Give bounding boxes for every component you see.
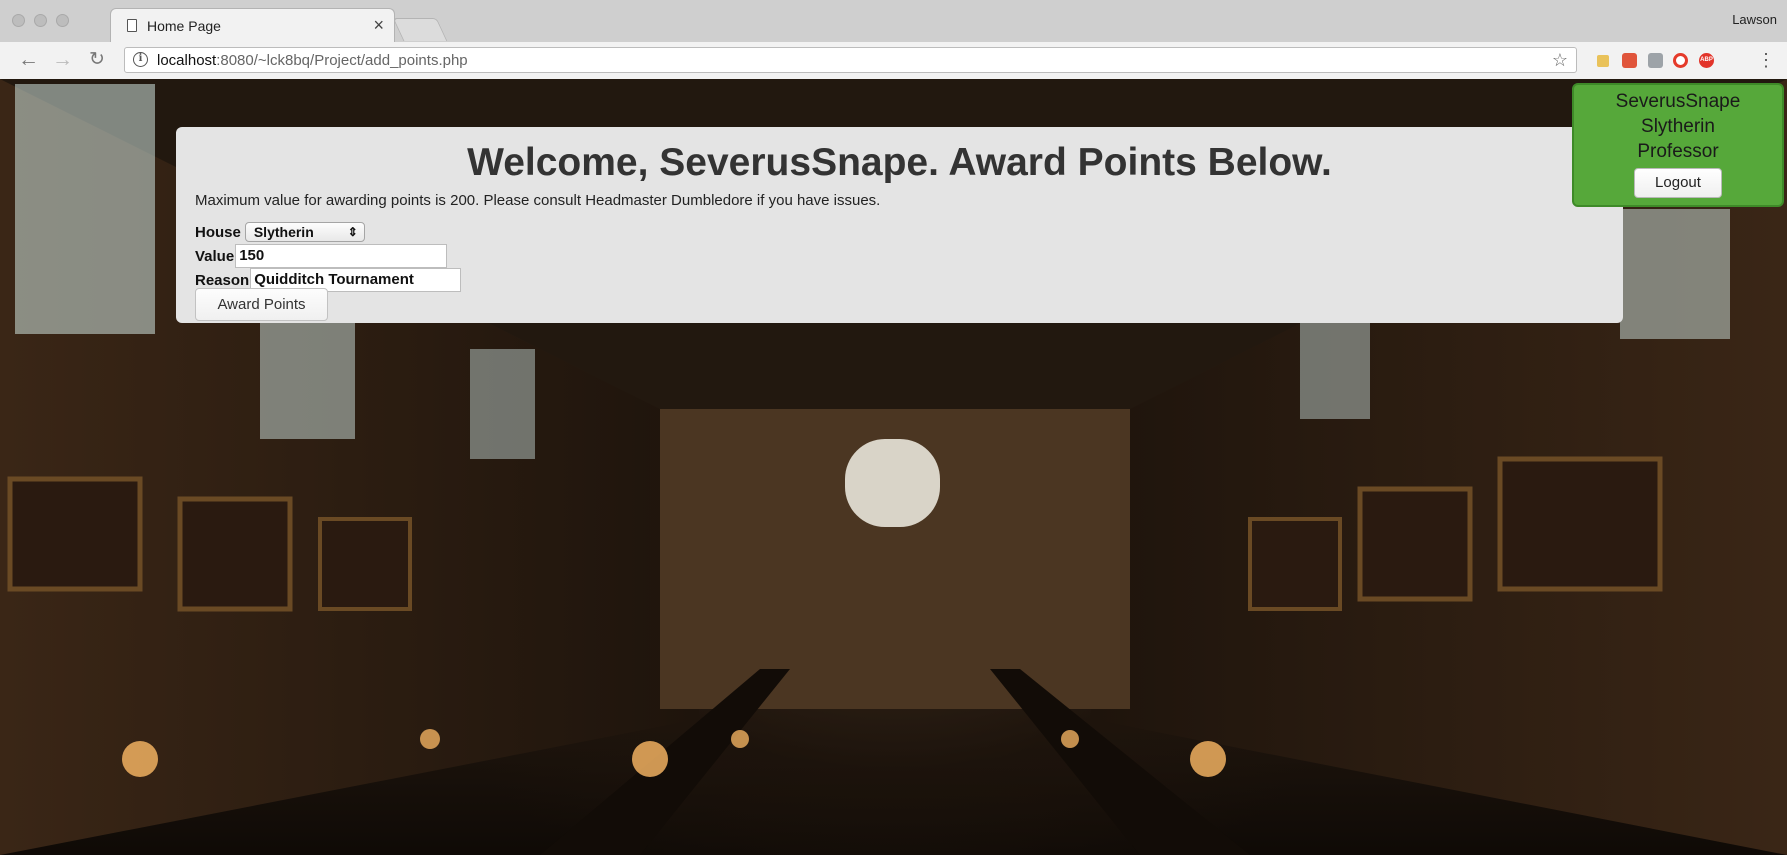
page-title: Welcome, SeverusSnape. Award Points Belo…	[467, 141, 1332, 184]
tab-title: Home Page	[147, 18, 221, 34]
logout-button[interactable]: Logout	[1634, 168, 1722, 198]
adblock-icon[interactable]: ABP	[1699, 53, 1714, 68]
profile-name[interactable]: Lawson	[1732, 12, 1777, 27]
menu-dots-icon[interactable]: ⋮	[1757, 50, 1775, 70]
max-value-notice: Maximum value for awarding points is 200…	[195, 192, 881, 209]
window-zoom-icon[interactable]	[56, 14, 69, 27]
house-label: House	[195, 223, 241, 241]
back-icon[interactable]: ←	[18, 48, 39, 72]
extension-opera-icon[interactable]	[1673, 53, 1688, 68]
window-close-icon[interactable]	[12, 14, 25, 27]
page-viewport: Welcome, SeverusSnape. Award Points Belo…	[0, 79, 1787, 855]
value-row: Value 150	[195, 244, 448, 268]
house-select[interactable]: Slytherin ⇕	[244, 222, 365, 242]
extension-red-square-icon[interactable]	[1622, 53, 1637, 68]
address-bar[interactable]: i localhost:8080/~lck8bq/Project/add_poi…	[124, 47, 1577, 73]
house-select-value: Slytherin	[253, 224, 314, 240]
bookmark-star-icon[interactable]: ☆	[1552, 50, 1568, 71]
extension-feather-icon[interactable]	[1597, 55, 1609, 67]
user-role: Professor	[1637, 141, 1719, 162]
house-row: House Slytherin ⇕	[195, 220, 365, 244]
page-icon	[127, 19, 137, 32]
extension-cube-icon[interactable]	[1648, 53, 1663, 68]
reason-label: Reason	[195, 271, 250, 289]
browser-chrome: Home Page × Lawson ← → ↻ i localhost:808…	[0, 0, 1787, 79]
value-label: Value	[195, 247, 235, 265]
forward-icon[interactable]: →	[52, 48, 73, 72]
value-input[interactable]: 150	[235, 244, 448, 268]
user-info-card: SeverusSnape Slytherin Professor Logout	[1572, 83, 1784, 207]
select-arrows-icon: ⇕	[347, 225, 358, 239]
tab-close-icon[interactable]: ×	[373, 15, 384, 35]
user-house: Slytherin	[1641, 116, 1715, 137]
browser-tab-home[interactable]: Home Page ×	[110, 8, 395, 42]
tab-strip: Home Page × Lawson	[0, 0, 1787, 42]
url-text: localhost:8080/~lck8bq/Project/add_point…	[157, 52, 468, 69]
new-tab-button[interactable]	[392, 18, 448, 41]
user-name: SeverusSnape	[1615, 91, 1741, 112]
award-points-button[interactable]: Award Points	[195, 288, 328, 321]
info-icon[interactable]: i	[133, 52, 148, 67]
award-points-panel: Welcome, SeverusSnape. Award Points Belo…	[176, 127, 1623, 323]
reload-icon[interactable]: ↻	[89, 48, 105, 72]
window-minimize-icon[interactable]	[34, 14, 47, 27]
browser-toolbar: ← → ↻ i localhost:8080/~lck8bq/Project/a…	[0, 42, 1787, 79]
